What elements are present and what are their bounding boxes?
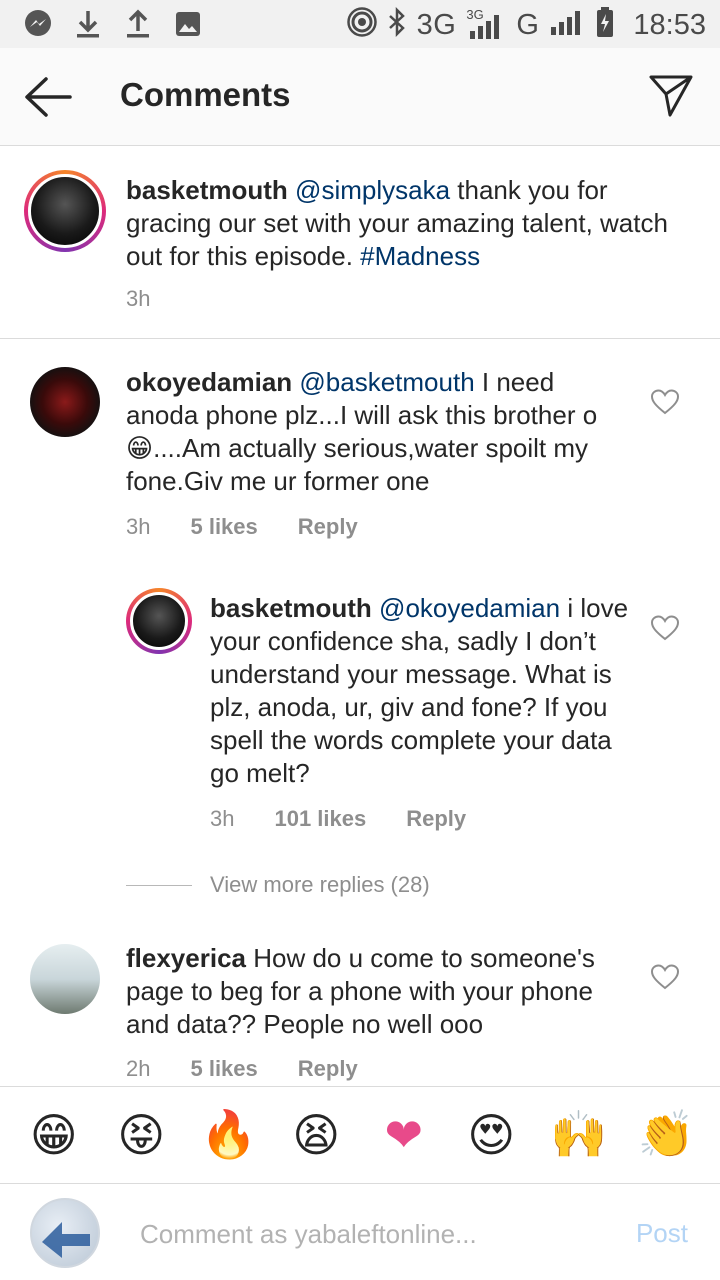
fire-emoji-button[interactable]: 🔥 bbox=[194, 1107, 264, 1162]
likes-count[interactable]: 5 likes bbox=[190, 514, 257, 540]
comment-username[interactable]: basketmouth bbox=[210, 593, 372, 623]
comment-username[interactable]: basketmouth bbox=[126, 175, 288, 205]
comment-time: 3h bbox=[126, 514, 151, 539]
avatar[interactable] bbox=[30, 367, 100, 437]
avatar[interactable] bbox=[24, 170, 106, 252]
bluetooth-icon bbox=[387, 6, 407, 44]
hotspot-icon bbox=[346, 7, 377, 44]
comment-meta: 3h 101 likes Reply bbox=[210, 806, 466, 832]
tongue-emoji-button[interactable]: 😝 bbox=[106, 1108, 176, 1162]
signal-icon-2 bbox=[549, 7, 585, 44]
heart-eyes-emoji-button[interactable]: 😍 bbox=[456, 1108, 526, 1162]
comment-input-bar: Post bbox=[0, 1183, 720, 1280]
view-more-replies-label: View more replies (28) bbox=[210, 872, 430, 897]
post-button[interactable]: Post bbox=[636, 1218, 688, 1249]
network-type: 3G bbox=[416, 9, 457, 41]
comment-mention[interactable]: @basketmouth bbox=[299, 367, 474, 397]
reply-item: basketmouth @okoyedamian i love your con… bbox=[0, 566, 720, 846]
emoji-bar: 😁 😝 🔥 😫 ❤ 😍 🙌 👏 bbox=[0, 1086, 720, 1182]
comment-username[interactable]: okoyedamian bbox=[126, 367, 292, 397]
comment-meta: 3h bbox=[126, 286, 150, 312]
likes-count[interactable]: 101 likes bbox=[274, 806, 366, 832]
heart-icon[interactable] bbox=[650, 615, 680, 641]
divider bbox=[126, 884, 192, 886]
comment-input[interactable] bbox=[140, 1214, 580, 1254]
raised-hands-emoji-button[interactable]: 🙌 bbox=[544, 1107, 614, 1162]
paper-plane-icon[interactable] bbox=[648, 72, 694, 118]
heart-icon[interactable] bbox=[650, 389, 680, 415]
comments-header: Comments bbox=[0, 48, 720, 146]
list-item: flexyerica How do u come to someone's pa… bbox=[0, 920, 720, 1086]
view-more-replies[interactable]: View more replies (28) bbox=[126, 872, 430, 898]
image-icon bbox=[172, 8, 204, 40]
comment-text: basketmouth @simplysaka thank you for gr… bbox=[126, 174, 686, 273]
comment-meta: 3h 5 likes Reply bbox=[126, 514, 358, 540]
arrow-left-icon[interactable] bbox=[22, 74, 74, 120]
comment-time: 3h bbox=[126, 286, 151, 311]
grinning-emoji-button[interactable]: 😁 bbox=[19, 1108, 89, 1162]
comment-username[interactable]: flexyerica bbox=[126, 943, 246, 973]
comment-mention[interactable]: @simplysaka bbox=[295, 175, 450, 205]
comment-text: basketmouth @okoyedamian i love your con… bbox=[210, 592, 630, 790]
download-icon bbox=[72, 8, 104, 40]
reply-button[interactable]: Reply bbox=[406, 806, 466, 832]
clock: 18:53 bbox=[633, 9, 706, 41]
clapping-emoji-button[interactable]: 👏 bbox=[631, 1107, 701, 1162]
comment-meta: 2h 5 likes Reply bbox=[126, 1056, 358, 1082]
reply-button[interactable]: Reply bbox=[298, 1056, 358, 1082]
list-item: okoyedamian @basketmouth I need anoda ph… bbox=[0, 339, 720, 549]
tired-emoji-button[interactable]: 😫 bbox=[281, 1108, 351, 1162]
comment-body-end: ....Am actually serious,water spoilt my … bbox=[126, 433, 589, 496]
network-type-2: G bbox=[516, 9, 540, 41]
status-bar: 3G 3G G 18:53 bbox=[0, 0, 720, 48]
comment-text: okoyedamian @basketmouth I need anoda ph… bbox=[126, 366, 626, 498]
comment-hashtag[interactable]: #Madness bbox=[360, 241, 480, 271]
avatar[interactable] bbox=[30, 944, 100, 1014]
avatar bbox=[30, 1198, 100, 1268]
messenger-icon bbox=[22, 8, 54, 40]
heart-icon[interactable] bbox=[650, 964, 680, 990]
page-title: Comments bbox=[120, 76, 291, 113]
caption-comment: basketmouth @simplysaka thank you for gr… bbox=[0, 146, 720, 338]
likes-count[interactable]: 5 likes bbox=[190, 1056, 257, 1082]
avatar[interactable] bbox=[126, 588, 192, 654]
comment-text: flexyerica How do u come to someone's pa… bbox=[126, 942, 636, 1041]
comment-time: 3h bbox=[210, 806, 235, 831]
upload-icon bbox=[122, 8, 154, 40]
heart-emoji-button[interactable]: ❤ bbox=[369, 1108, 439, 1162]
comment-time: 2h bbox=[126, 1056, 151, 1081]
comment-mention[interactable]: @okoyedamian bbox=[379, 593, 560, 623]
battery-icon bbox=[595, 6, 615, 45]
signal-icon: 3G bbox=[466, 7, 506, 41]
reply-button[interactable]: Reply bbox=[298, 514, 358, 540]
grin-emoji: 😁 bbox=[126, 433, 154, 463]
